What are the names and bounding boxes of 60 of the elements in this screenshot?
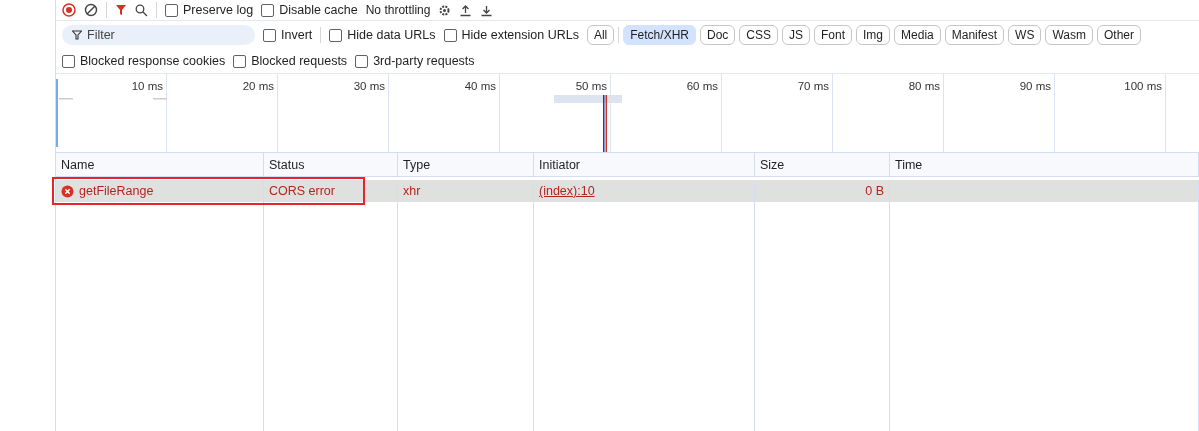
checkbox[interactable] bbox=[261, 3, 275, 17]
filter-checkbox[interactable]: 3rd-party requests bbox=[355, 54, 475, 68]
checkbox[interactable] bbox=[355, 54, 369, 68]
type-filter-chip[interactable]: Wasm bbox=[1045, 25, 1093, 45]
time-tick-label: 30 ms bbox=[353, 80, 385, 92]
type-filter-chip[interactable]: Other bbox=[1097, 25, 1141, 45]
column-header[interactable]: Initiator bbox=[539, 158, 580, 172]
type-text: xhr bbox=[403, 184, 421, 198]
request-name: getFileRange bbox=[79, 184, 154, 198]
funnel-icon bbox=[72, 30, 82, 40]
checkbox[interactable] bbox=[329, 28, 343, 42]
type-filter-chip[interactable]: CSS bbox=[739, 25, 778, 45]
checkbox[interactable] bbox=[165, 3, 178, 17]
checkbox[interactable] bbox=[263, 28, 276, 42]
time-tick-label: 50 ms bbox=[575, 80, 607, 92]
toolbar-checkbox[interactable]: Disable cache bbox=[261, 3, 358, 17]
size-text: 0 B bbox=[865, 184, 884, 198]
type-filter-chip[interactable]: All bbox=[586, 25, 615, 45]
time-tick-label: 100 ms bbox=[1124, 80, 1162, 92]
time-tick-label: 70 ms bbox=[797, 80, 829, 92]
filter-checkbox[interactable]: Blocked response cookies bbox=[62, 54, 226, 68]
filter-checkbox[interactable]: Hide extension URLs bbox=[443, 28, 579, 42]
clear-icon[interactable] bbox=[84, 3, 98, 17]
type-filter-chip[interactable]: WS bbox=[1008, 25, 1042, 45]
type-filter-chip[interactable]: Img bbox=[856, 25, 891, 45]
filter-checkbox[interactable]: Hide data URLs bbox=[329, 28, 436, 42]
checkbox[interactable] bbox=[443, 28, 457, 42]
filter-icon[interactable] bbox=[115, 4, 127, 16]
column-header[interactable]: Name bbox=[61, 158, 95, 172]
column-header[interactable]: Size bbox=[760, 158, 785, 172]
time-tick-label: 10 ms bbox=[131, 80, 163, 92]
time-tick-label: 80 ms bbox=[908, 80, 940, 92]
initiator-link[interactable]: (index):10 bbox=[539, 184, 595, 198]
type-filter-chip[interactable]: Font bbox=[814, 25, 853, 45]
type-filter-chip[interactable]: Doc bbox=[699, 25, 736, 45]
status-text: CORS error bbox=[269, 184, 335, 198]
filter-checkbox[interactable]: Invert bbox=[263, 28, 313, 42]
record-icon[interactable] bbox=[62, 3, 76, 17]
checkbox[interactable] bbox=[62, 54, 75, 68]
column-header[interactable]: Time bbox=[895, 158, 923, 172]
time-tick-label: 60 ms bbox=[686, 80, 718, 92]
filter-checkbox[interactable]: Blocked requests bbox=[233, 54, 348, 68]
filter-field[interactable]: Filter bbox=[62, 25, 255, 45]
type-filter-chip[interactable]: Fetch/XHR bbox=[623, 25, 696, 45]
column-header[interactable]: Type bbox=[403, 158, 431, 172]
type-filter-chip[interactable]: Media bbox=[894, 25, 941, 45]
time-tick-label: 40 ms bbox=[464, 80, 496, 92]
request-row[interactable]: getFileRange CORS error xhr (index):10 0 B bbox=[56, 180, 1199, 202]
type-filter-chip[interactable]: Manifest bbox=[944, 25, 1005, 45]
type-filter-chip[interactable]: JS bbox=[782, 25, 810, 45]
download-icon[interactable] bbox=[480, 3, 494, 17]
throttling-dropdown[interactable]: No throttling bbox=[365, 3, 431, 17]
column-header[interactable]: Status bbox=[269, 158, 305, 172]
time-tick-label: 20 ms bbox=[242, 80, 274, 92]
upload-icon[interactable] bbox=[459, 3, 473, 17]
settings-icon[interactable] bbox=[438, 3, 452, 17]
time-tick-label: 90 ms bbox=[1019, 80, 1051, 92]
checkbox[interactable] bbox=[233, 54, 247, 68]
toolbar-checkbox[interactable]: Preserve log bbox=[165, 3, 254, 17]
search-icon[interactable] bbox=[135, 3, 148, 17]
